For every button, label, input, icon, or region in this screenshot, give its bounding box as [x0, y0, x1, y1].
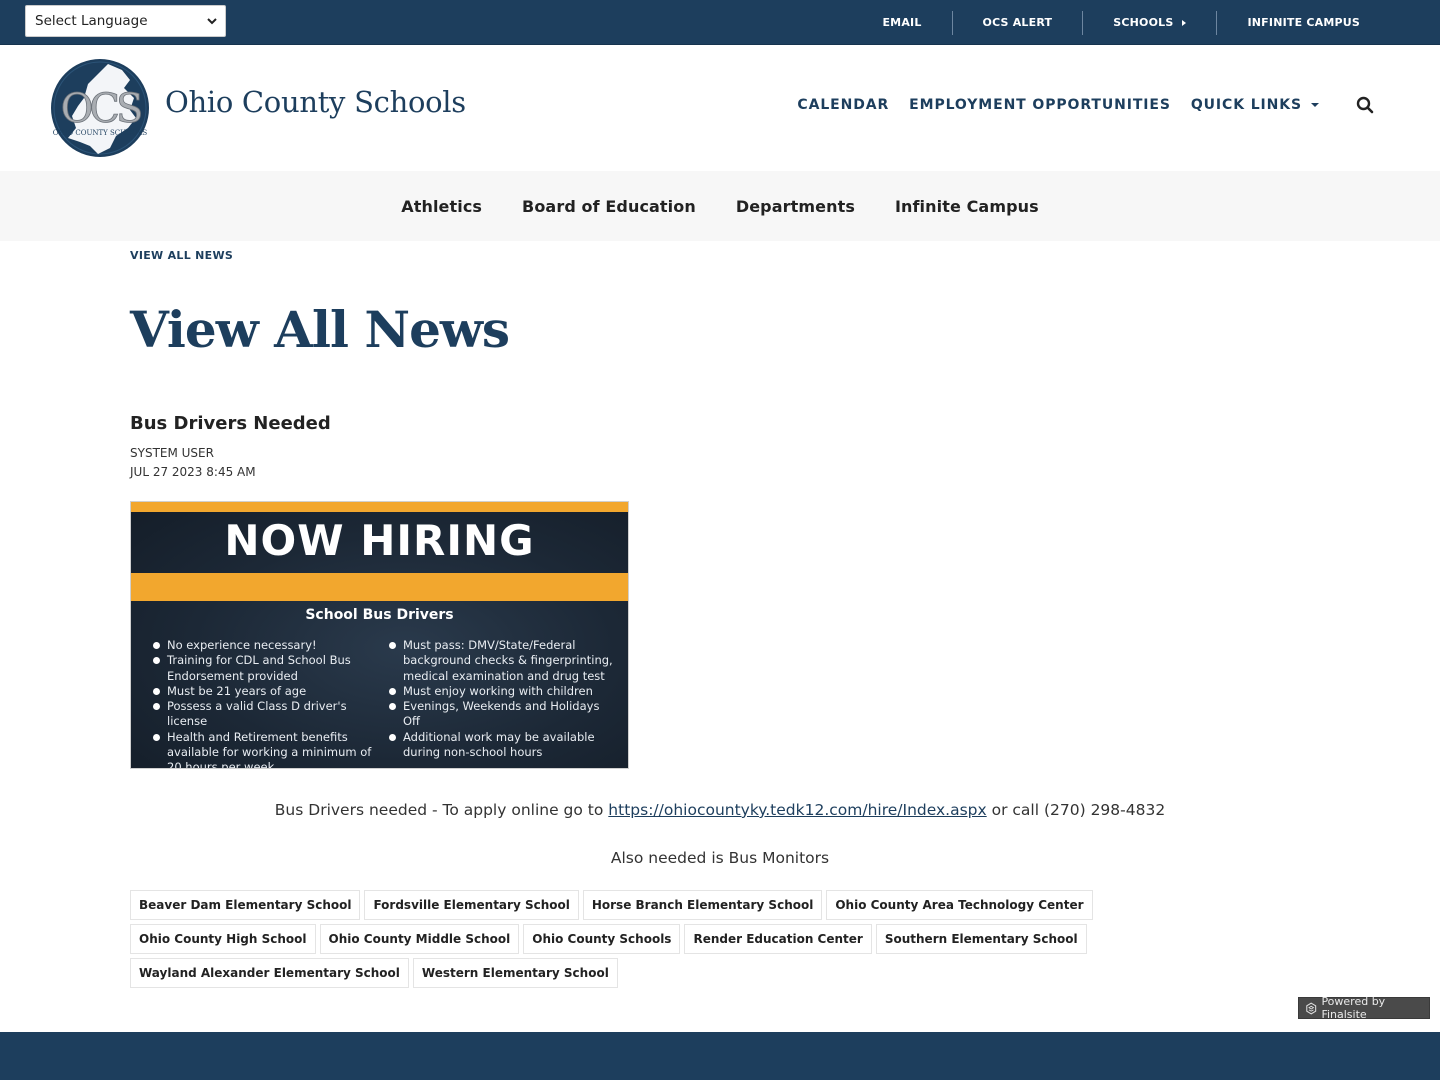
tag-middle-school[interactable]: Ohio County Middle School [319, 924, 520, 954]
image-subheading: School Bus Drivers [305, 607, 454, 623]
requirements-list-left: No experience necessary! Training for CD… [151, 638, 376, 768]
main-link-label: EMPLOYMENT OPPORTUNITIES [909, 97, 1171, 113]
site-footer [0, 1032, 1440, 1080]
util-link-label: INFINITE CAMPUS [1247, 16, 1360, 29]
image-headline: NOW HIRING [224, 516, 535, 565]
now-hiring-image: NOW HIRING School Bus Drivers No experie… [130, 501, 629, 769]
language-select-value: Select Language [35, 13, 148, 29]
school-tags: Beaver Dam Elementary School Fordsville … [130, 890, 1270, 988]
bullet-item: Evenings, Weekends and Holidays Off [387, 699, 617, 730]
tag-ohio-county-schools[interactable]: Ohio County Schools [523, 924, 681, 954]
page-title: View All News [130, 300, 510, 359]
post-date: JUL 27 2023 8:45 AM [130, 465, 256, 479]
apply-text-after: or call (270) 298-4832 [986, 801, 1166, 819]
bullet-item: Must enjoy working with children [387, 684, 617, 699]
apply-text-before: Bus Drivers needed - To apply online go … [274, 801, 609, 819]
util-link-label: OCS ALERT [982, 16, 1053, 29]
tag-fordsville[interactable]: Fordsville Elementary School [364, 890, 579, 920]
tag-wayland-alexander[interactable]: Wayland Alexander Elementary School [130, 958, 409, 988]
chevron-down-icon [207, 18, 217, 25]
powered-by-label: Powered by Finalsite [1321, 995, 1386, 1021]
school-logo[interactable]: OCS OHIO COUNTY SCHOOLS [50, 58, 150, 158]
util-link-email[interactable]: EMAIL [852, 11, 951, 35]
util-link-label: SCHOOLS [1113, 16, 1174, 29]
bullet-item: Must pass: DMV/State/Federal background … [387, 638, 617, 684]
accent-stripe [131, 502, 628, 512]
bullet-item: Must be 21 years of age [151, 684, 376, 699]
util-link-infinite-campus[interactable]: INFINITE CAMPUS [1216, 10, 1440, 35]
site-header: OCS OHIO COUNTY SCHOOLS Ohio County Scho… [0, 45, 1440, 171]
tag-western-elementary[interactable]: Western Elementary School [412, 958, 618, 988]
nav-item-athletics[interactable]: Athletics [401, 197, 482, 216]
tag-high-school[interactable]: Ohio County High School [130, 924, 316, 954]
tag-area-tech-center[interactable]: Ohio County Area Technology Center [826, 890, 1093, 920]
caret-down-icon [1311, 103, 1319, 107]
bullet-item: Training for CDL and School Bus Endorsem… [151, 653, 376, 684]
language-select[interactable]: Select Language [25, 5, 226, 37]
nav-item-infinite-campus[interactable]: Infinite Campus [895, 197, 1039, 216]
finalsite-logo-icon [1306, 1002, 1317, 1014]
svg-text:OHIO COUNTY SCHOOLS: OHIO COUNTY SCHOOLS [53, 129, 148, 137]
secondary-nav: Athletics Board of Education Departments… [0, 171, 1440, 241]
bullet-item: No experience necessary! [151, 638, 376, 653]
site-title[interactable]: Ohio County Schools [165, 85, 466, 119]
post-title[interactable]: Bus Drivers Needed [130, 413, 331, 434]
search-icon [1356, 96, 1374, 114]
breadcrumb[interactable]: VIEW ALL NEWS [130, 249, 233, 262]
main-link-label: QUICK LINKS [1190, 97, 1302, 113]
main-link-calendar[interactable]: CALENDAR [797, 97, 889, 113]
requirements-list-right: Must pass: DMV/State/Federal background … [387, 638, 617, 760]
util-link-label: EMAIL [882, 16, 922, 29]
nav-item-board-of-education[interactable]: Board of Education [522, 197, 696, 216]
bullet-item: Additional work may be available during … [387, 730, 617, 761]
utility-links: EMAIL OCS ALERT SCHOOLS INFINITE CAMPUS [852, 0, 1440, 45]
utility-bar: Select Language EMAIL OCS ALERT SCHOOLS … [0, 0, 1440, 45]
post-body-apply: Bus Drivers needed - To apply online go … [130, 801, 1310, 819]
tag-beaver-dam[interactable]: Beaver Dam Elementary School [130, 890, 361, 920]
bullet-item: Possess a valid Class D driver's license [151, 699, 376, 730]
util-link-ocs-alert[interactable]: OCS ALERT [951, 10, 1083, 35]
svg-text:OCS: OCS [61, 86, 141, 132]
bullet-item: Health and Retirement benefits available… [151, 730, 376, 768]
util-link-schools[interactable]: SCHOOLS [1082, 10, 1216, 35]
tag-horse-branch[interactable]: Horse Branch Elementary School [582, 890, 823, 920]
tag-southern-elementary[interactable]: Southern Elementary School [875, 924, 1087, 954]
apply-link[interactable]: https://ohiocountyky.tedk12.com/hire/Ind… [608, 801, 986, 819]
caret-right-icon [1182, 19, 1187, 26]
main-link-label: CALENDAR [797, 97, 890, 113]
post-author: SYSTEM USER [130, 446, 214, 460]
search-button[interactable] [1355, 95, 1375, 115]
main-link-quick-links[interactable]: QUICK LINKS [1191, 97, 1319, 113]
main-links: CALENDAR EMPLOYMENT OPPORTUNITIES QUICK … [797, 95, 1375, 115]
powered-by-badge[interactable]: Powered by Finalsite [1298, 995, 1430, 1021]
nav-item-departments[interactable]: Departments [736, 197, 855, 216]
main-link-employment[interactable]: EMPLOYMENT OPPORTUNITIES [909, 97, 1171, 113]
tag-render-education[interactable]: Render Education Center [684, 924, 872, 954]
accent-band [131, 573, 628, 601]
post-body-monitors: Also needed is Bus Monitors [610, 849, 830, 867]
